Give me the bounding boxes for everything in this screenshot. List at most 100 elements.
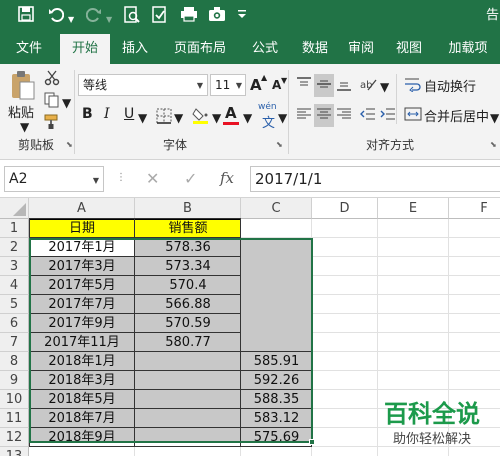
name-box-dropdown-icon[interactable]: ▼ bbox=[93, 169, 99, 193]
italic-button[interactable]: I bbox=[104, 106, 110, 122]
column-header-a[interactable]: A bbox=[29, 198, 135, 219]
tab-add-ins[interactable]: 加载项 bbox=[440, 34, 496, 64]
top-align-icon[interactable] bbox=[296, 76, 312, 95]
merge-center-icon[interactable] bbox=[404, 106, 422, 125]
tab-view[interactable]: 视图 bbox=[386, 34, 432, 64]
tab-insert[interactable]: 插入 bbox=[112, 34, 158, 64]
column-header-c[interactable]: C bbox=[241, 198, 312, 219]
paste-label[interactable]: 粘贴 bbox=[8, 102, 34, 121]
row-header-7[interactable]: 7 bbox=[0, 333, 29, 352]
camera-icon[interactable] bbox=[208, 6, 226, 27]
copy-dropdown-icon[interactable]: ▼ bbox=[62, 96, 71, 110]
customize-qat-icon[interactable] bbox=[236, 6, 248, 27]
print-preview-icon[interactable] bbox=[124, 6, 140, 29]
select-all-corner[interactable] bbox=[0, 198, 29, 219]
tab-formulas[interactable]: 公式 bbox=[242, 34, 288, 64]
align-left-icon[interactable] bbox=[296, 106, 312, 125]
font-size-dropdown-icon[interactable]: ▼ bbox=[236, 76, 242, 96]
paste-dropdown-icon[interactable]: ▼ bbox=[20, 120, 29, 134]
format-painter-icon[interactable] bbox=[44, 114, 60, 133]
spell-check-icon[interactable] bbox=[152, 6, 168, 29]
row-header-10[interactable]: 10 bbox=[0, 390, 29, 409]
row-header-5[interactable]: 5 bbox=[0, 295, 29, 314]
row-header-11[interactable]: 11 bbox=[0, 409, 29, 428]
wrap-text-button[interactable]: 自动换行 bbox=[424, 76, 476, 95]
borders-dropdown-icon[interactable]: ▼ bbox=[174, 111, 183, 125]
name-box[interactable]: A2 ▼ bbox=[4, 166, 104, 192]
tab-review[interactable]: 审阅 bbox=[338, 34, 384, 64]
shrink-font-button[interactable]: A bbox=[272, 78, 281, 92]
row-header-9[interactable]: 9 bbox=[0, 371, 29, 390]
ribbon-home: 粘贴 ▼ ▼ 剪贴板 ⬊ 等线 ▼ 11 ▼ A ▲ A ▼ B I U ▼ ▼… bbox=[0, 64, 500, 160]
insert-function-button[interactable]: fx bbox=[220, 169, 234, 187]
header-sales[interactable]: 销售额 bbox=[135, 219, 241, 238]
phonetic-guide-button[interactable]: wén bbox=[258, 102, 277, 112]
column-header-e[interactable]: E bbox=[378, 198, 449, 219]
row-header-4[interactable]: 4 bbox=[0, 276, 29, 295]
underline-dropdown-icon[interactable]: ▼ bbox=[138, 111, 147, 125]
tab-home[interactable]: 开始 bbox=[60, 34, 110, 64]
font-name-dropdown-icon[interactable]: ▼ bbox=[197, 76, 203, 96]
merge-center-dropdown-icon[interactable]: ▼ bbox=[490, 111, 499, 125]
row-header-8[interactable]: 8 bbox=[0, 352, 29, 371]
underline-button[interactable]: U bbox=[124, 106, 134, 122]
phonetic-dropdown-icon[interactable]: ▼ bbox=[278, 111, 287, 125]
font-name-value: 等线 bbox=[83, 78, 108, 92]
clipboard-launcher-icon[interactable]: ⬊ bbox=[66, 140, 73, 149]
column-header-f[interactable]: F bbox=[449, 198, 500, 219]
fill-color-dropdown-icon[interactable]: ▼ bbox=[212, 111, 221, 125]
undo-dropdown-icon[interactable]: ▼ bbox=[68, 10, 74, 30]
borders-icon[interactable] bbox=[156, 108, 172, 127]
worksheet-grid[interactable]: A B C D E F 12345678910111213 日期 销售额 201… bbox=[0, 198, 500, 456]
row-header-13[interactable]: 13 bbox=[0, 447, 29, 456]
font-name-box[interactable]: 等线 ▼ bbox=[78, 74, 208, 96]
alignment-launcher-icon[interactable]: ⬊ bbox=[490, 140, 497, 149]
merge-center-button[interactable]: 合并后居中 bbox=[424, 106, 489, 125]
font-color-swatch bbox=[223, 122, 239, 125]
column-header-b[interactable]: B bbox=[135, 198, 241, 219]
undo-icon[interactable] bbox=[48, 6, 65, 27]
align-right-icon[interactable] bbox=[336, 106, 352, 125]
row-header-6[interactable]: 6 bbox=[0, 314, 29, 333]
tab-page-layout[interactable]: 页面布局 bbox=[163, 34, 237, 64]
grow-font-button[interactable]: A bbox=[250, 76, 262, 94]
tab-file[interactable]: 文件 bbox=[4, 34, 54, 64]
header-date[interactable]: 日期 bbox=[29, 219, 135, 238]
selection-border bbox=[29, 238, 313, 443]
row-header-1[interactable]: 1 bbox=[0, 219, 29, 238]
fill-handle[interactable] bbox=[309, 439, 315, 445]
row-header-2[interactable]: 2 bbox=[0, 238, 29, 257]
formula-input[interactable]: 2017/1/1 bbox=[250, 166, 500, 192]
formula-bar-grip-icon: ⋮ bbox=[116, 172, 126, 183]
decrease-indent-icon[interactable] bbox=[360, 106, 376, 125]
orientation-icon[interactable]: ab bbox=[360, 76, 378, 95]
column-header-d[interactable]: D bbox=[312, 198, 378, 219]
increase-indent-icon[interactable] bbox=[380, 106, 396, 125]
bold-button[interactable]: B bbox=[82, 106, 93, 122]
cancel-icon[interactable]: ✕ bbox=[146, 169, 159, 188]
print-icon[interactable] bbox=[180, 6, 198, 27]
formula-bar: A2 ▼ ⋮ ✕ ✓ fx 2017/1/1 bbox=[0, 160, 500, 198]
copy-icon[interactable] bbox=[44, 92, 60, 111]
wrap-text-icon[interactable] bbox=[404, 76, 422, 95]
row-header-3[interactable]: 3 bbox=[0, 257, 29, 276]
cut-icon[interactable] bbox=[44, 70, 60, 89]
clipboard-group-label: 剪贴板 bbox=[17, 138, 54, 152]
orientation-dropdown-icon[interactable]: ▼ bbox=[380, 80, 389, 94]
redo-dropdown-icon: ▼ bbox=[106, 15, 113, 24]
name-box-value: A2 bbox=[9, 171, 28, 187]
paste-icon[interactable] bbox=[10, 70, 36, 103]
align-center-icon[interactable] bbox=[314, 104, 334, 127]
font-color-dropdown-icon[interactable]: ▼ bbox=[243, 111, 252, 125]
enter-icon[interactable]: ✓ bbox=[184, 169, 197, 188]
middle-align-icon[interactable] bbox=[314, 74, 334, 97]
row-header-12[interactable]: 12 bbox=[0, 428, 29, 447]
tab-data[interactable]: 数据 bbox=[292, 34, 338, 64]
font-launcher-icon[interactable]: ⬊ bbox=[276, 140, 283, 149]
font-size-box[interactable]: 11 ▼ bbox=[210, 74, 246, 96]
alignment-group-label: 对齐方式 bbox=[365, 138, 414, 152]
bottom-align-icon[interactable] bbox=[336, 76, 352, 95]
save-icon[interactable] bbox=[18, 6, 34, 27]
font-color-button[interactable]: A bbox=[225, 104, 237, 122]
fill-color-icon[interactable] bbox=[192, 106, 210, 127]
